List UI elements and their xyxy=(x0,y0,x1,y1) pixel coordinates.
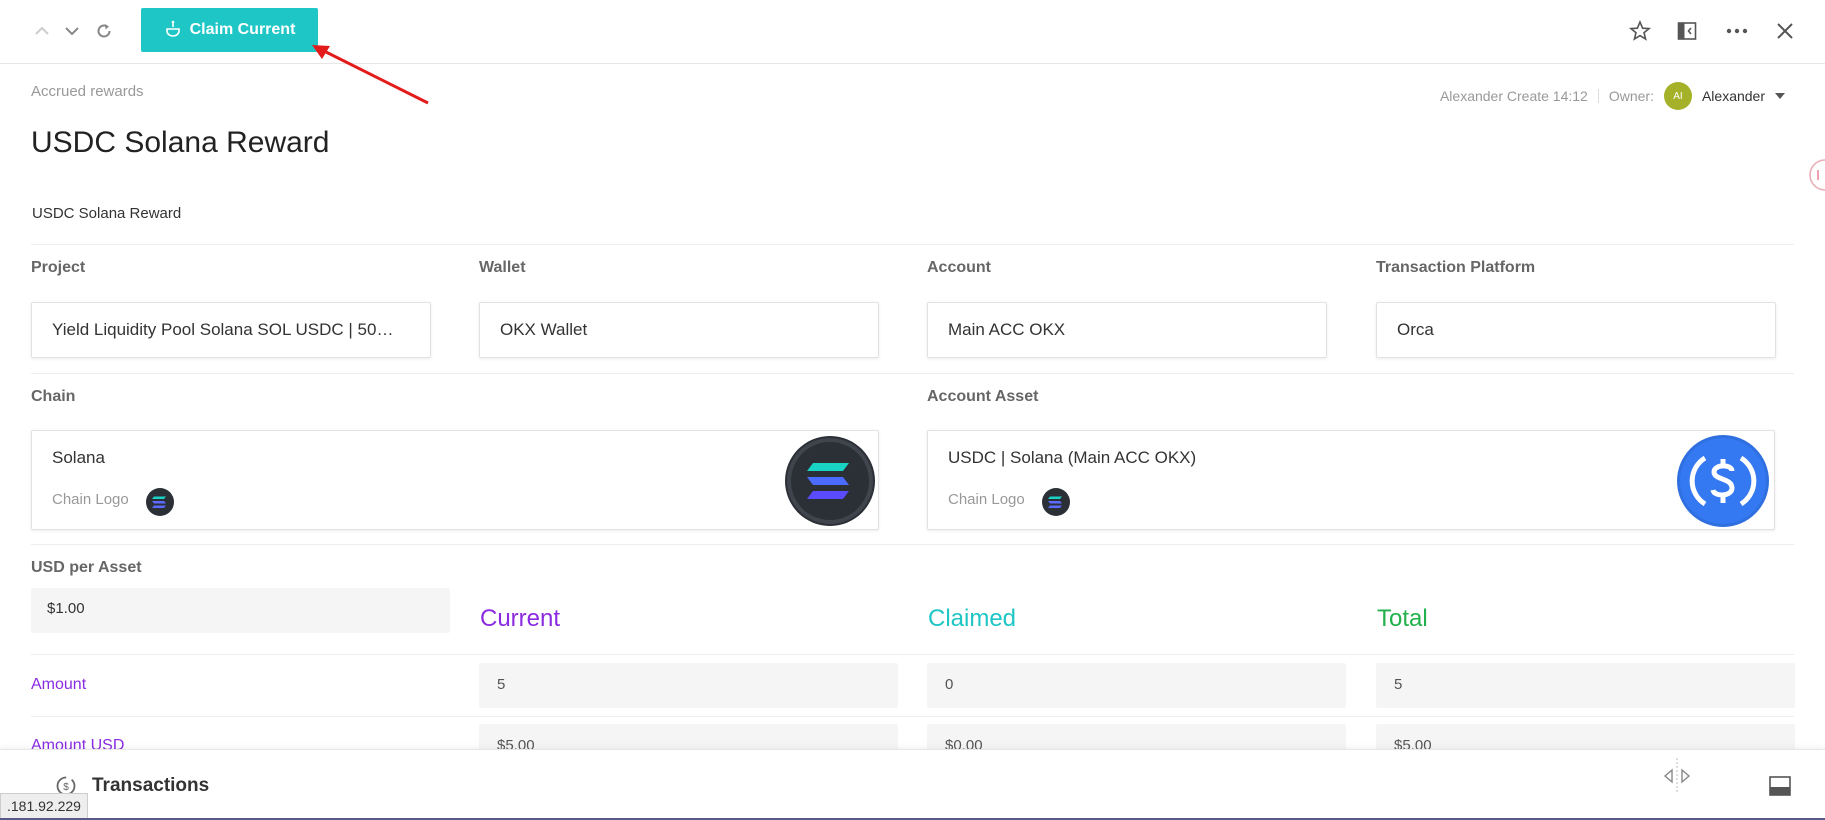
account-field[interactable]: Main ACC OKX xyxy=(927,302,1327,358)
amount-claimed-field[interactable]: 0 xyxy=(927,663,1346,708)
breadcrumb: Accrued rewards xyxy=(31,83,144,100)
usdc-logo-icon xyxy=(1677,435,1769,527)
top-toolbar: Claim Current xyxy=(0,0,1825,64)
page-subtitle: USDC Solana Reward xyxy=(32,205,182,222)
amount-current-field[interactable]: 5 xyxy=(479,663,898,708)
claim-current-label: Claim Current xyxy=(189,21,296,38)
account-asset-label: Account Asset xyxy=(927,388,1039,405)
account-asset-field[interactable]: USDC | Solana (Main ACC OKX) Chain Logo xyxy=(927,430,1775,530)
solana-logo-icon xyxy=(1042,488,1070,516)
transactions-panel: $ Transactions xyxy=(0,749,1825,820)
chevron-down-icon[interactable] xyxy=(59,18,85,44)
solana-logo-icon xyxy=(785,436,875,526)
divider xyxy=(31,244,1794,245)
chain-value: Solana xyxy=(52,448,105,467)
divider xyxy=(31,544,1794,545)
account-asset-value: USDC | Solana (Main ACC OKX) xyxy=(948,448,1197,467)
more-options-icon[interactable] xyxy=(1722,16,1752,46)
created-info: Alexander Create 14:12 xyxy=(1439,88,1588,104)
owner-label: Owner: xyxy=(1608,88,1654,104)
caret-down-icon[interactable] xyxy=(1775,93,1785,99)
account-label: Account xyxy=(927,259,991,276)
project-label: Project xyxy=(31,259,86,276)
column-claimed: Claimed xyxy=(928,605,1017,632)
refresh-icon[interactable] xyxy=(91,18,117,44)
transaction-platform-field[interactable]: Orca xyxy=(1376,302,1776,358)
chain-label: Chain xyxy=(31,388,76,405)
claim-icon xyxy=(164,19,182,42)
chevron-up-icon[interactable] xyxy=(29,18,55,44)
amount-label: Amount xyxy=(31,676,87,693)
asset-logo-label: Chain Logo xyxy=(948,491,1025,508)
resize-handle-icon[interactable] xyxy=(1660,758,1694,794)
chain-field[interactable]: Solana Chain Logo xyxy=(31,430,879,530)
project-field[interactable]: Yield Liquidity Pool Solana SOL USDC | 5… xyxy=(31,302,431,358)
owner-name[interactable]: Alexander xyxy=(1702,88,1765,104)
solana-logo-icon xyxy=(146,488,174,516)
claim-current-button[interactable]: Claim Current xyxy=(141,8,318,52)
star-icon[interactable] xyxy=(1625,16,1655,46)
column-current: Current xyxy=(480,605,561,632)
record-meta: Alexander Create 14:12 Owner: AI Alexand… xyxy=(1440,82,1785,110)
divider xyxy=(31,373,1794,374)
transaction-platform-label: Transaction Platform xyxy=(1376,259,1536,276)
divider xyxy=(1597,89,1599,103)
page-title: USDC Solana Reward xyxy=(31,126,330,159)
chain-logo-label: Chain Logo xyxy=(52,491,129,508)
divider xyxy=(31,716,1794,717)
transactions-title: Transactions xyxy=(92,775,210,796)
panel-toggle-icon[interactable] xyxy=(1769,776,1791,796)
divider xyxy=(31,654,1794,655)
usd-per-asset-field[interactable]: $1.00 xyxy=(31,588,450,633)
usd-per-asset-label: USD per Asset xyxy=(31,559,142,576)
annotation-arrow xyxy=(312,45,429,105)
avatar[interactable]: AI xyxy=(1663,82,1692,110)
amount-total-field[interactable]: 5 xyxy=(1376,663,1795,708)
sidebar-toggle-icon[interactable] xyxy=(1672,16,1702,46)
column-total: Total xyxy=(1377,605,1428,632)
close-icon[interactable] xyxy=(1770,16,1800,46)
wallet-field[interactable]: OKX Wallet xyxy=(479,302,879,358)
wallet-label: Wallet xyxy=(479,259,526,276)
svg-text:$: $ xyxy=(63,782,69,793)
ip-address-tooltip: .181.92.229 xyxy=(0,793,88,819)
side-tab-icon[interactable] xyxy=(1808,158,1825,192)
